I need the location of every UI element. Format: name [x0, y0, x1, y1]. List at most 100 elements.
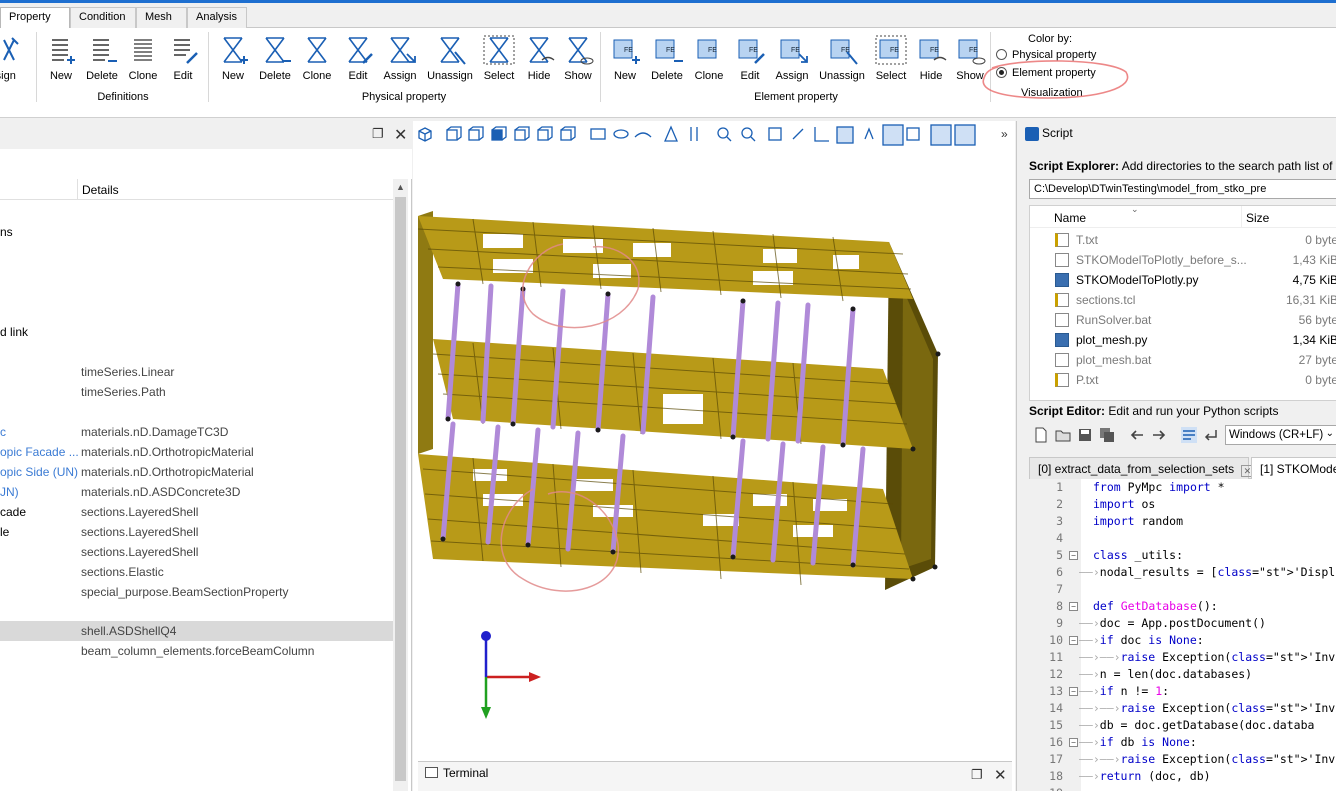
element-new-button[interactable]: FE New — [604, 34, 646, 82]
fold-toggle-icon[interactable]: − — [1069, 687, 1078, 696]
element-select-button[interactable]: FE Select — [870, 34, 912, 82]
tree-row[interactable]: opic Side (UN) materials.nD.OrthotropicMa… — [0, 462, 393, 482]
tab-analysis[interactable]: Analysis — [187, 7, 247, 28]
tab-mesh[interactable]: Mesh — [136, 7, 187, 28]
code-line[interactable]: 6 ——›nodal_results = [class="st">'Displac… — [1029, 564, 1336, 581]
tree-row[interactable]: sections.LayeredShell — [0, 542, 393, 562]
physical-delete-button[interactable]: Delete — [254, 34, 296, 82]
line-ending-select[interactable]: Windows (CR+LF) ⌄ — [1225, 425, 1336, 445]
arrow-right-icon[interactable] — [1151, 427, 1167, 443]
fold-toggle-icon[interactable]: − — [1069, 551, 1078, 560]
physical-hide-button[interactable]: Hide — [520, 34, 558, 82]
scroll-up-icon[interactable]: ▲ — [396, 182, 405, 192]
code-line[interactable]: 19 — [1029, 785, 1336, 791]
code-line[interactable]: 10− ——›if doc is None: — [1029, 632, 1336, 649]
code-line[interactable]: 11 ——›——›raise Exception(class="st">'Inva… — [1029, 649, 1336, 666]
element-assign-button[interactable]: FE Assign — [770, 34, 814, 82]
tree-row[interactable]: opic Facade ... materials.nD.OrthotropicM… — [0, 442, 393, 462]
element-hide-button[interactable]: FE Hide — [912, 34, 950, 82]
file-list-item[interactable]: sections.tcl 16,31 KiB — [1030, 290, 1336, 310]
tree-row[interactable]: ns — [0, 222, 393, 242]
code-editor[interactable]: 1 from PyMpc import * 2 import os 3 import ra… — [1029, 479, 1336, 791]
script-path-field[interactable]: C:\Develop\DTwinTesting\model_from_stko_… — [1029, 179, 1336, 199]
file-list-item[interactable]: plot_mesh.bat 27 byte — [1030, 350, 1336, 370]
code-line[interactable]: 14 ——›——›raise Exception(class="st">'Inva… — [1029, 700, 1336, 717]
file-list-item[interactable]: STKOModelToPlotly.py 4,75 KiB — [1030, 270, 1336, 290]
code-line[interactable]: 13− ——›if n != 1: — [1029, 683, 1336, 700]
tree-row-details: materials.nD.ASDConcrete3D — [81, 485, 241, 499]
tab-property[interactable]: Property — [0, 7, 70, 29]
fold-toggle-icon[interactable]: − — [1069, 602, 1078, 611]
physical-select-button[interactable]: Select — [478, 34, 520, 82]
tree-row[interactable]: beam_column_elements.forceBeamColumn — [0, 641, 393, 661]
assign-button-partial[interactable]: ssign — [0, 34, 24, 82]
element-clone-button[interactable]: FE Clone — [688, 34, 730, 82]
definitions-new-button[interactable]: New — [40, 34, 82, 82]
arrow-left-icon[interactable] — [1129, 427, 1145, 443]
tree-row[interactable]: JN) materials.nD.ASDConcrete3D — [0, 482, 393, 502]
tree-row-details: beam_column_elements.forceBeamColumn — [81, 644, 315, 658]
element-unassign-button[interactable]: FE Unassign — [814, 34, 870, 82]
tree-row[interactable]: cade sections.LayeredShell — [0, 502, 393, 522]
tree-scrollbar[interactable]: ▲ — [393, 179, 408, 791]
details-column-header[interactable]: Details — [77, 179, 123, 200]
physical-unassign-button[interactable]: Unassign — [422, 34, 478, 82]
close-panel-icon[interactable]: ✕ — [394, 125, 407, 145]
physical-new-button[interactable]: New — [212, 34, 254, 82]
float-panel-icon[interactable]: ❐ — [372, 126, 384, 142]
tree-row[interactable]: c materials.nD.DamageTC3D — [0, 422, 393, 442]
fold-toggle-icon[interactable]: − — [1069, 636, 1078, 645]
tree-row[interactable]: d link — [0, 322, 393, 342]
tree-row[interactable]: special_purpose.BeamSectionProperty — [0, 582, 393, 602]
show-whitespace-icon[interactable] — [1181, 427, 1197, 443]
file-list-item[interactable]: P.txt 0 byte — [1030, 370, 1336, 390]
code-line[interactable]: 15 ——›db = doc.getDatabase(doc.databa — [1029, 717, 1336, 734]
file-list-item[interactable]: STKOModelToPlotly_before_s... 1,43 KiB — [1030, 250, 1336, 270]
code-line[interactable]: 4 — [1029, 530, 1336, 547]
physical-show-button[interactable]: Show — [558, 34, 598, 82]
code-line[interactable]: 7 — [1029, 581, 1336, 598]
code-line[interactable]: 17 ——›——›raise Exception(class="st">'Inva… — [1029, 751, 1336, 768]
fold-toggle-icon[interactable]: − — [1069, 738, 1078, 747]
editor-tab-1[interactable]: [1] STKOMode — [1251, 457, 1336, 479]
file-list-item[interactable]: T.txt 0 byte — [1030, 230, 1336, 250]
tree-row[interactable]: sections.Elastic — [0, 562, 393, 582]
list-new-icon — [52, 39, 75, 64]
close-panel-icon[interactable]: ✕ — [994, 766, 1007, 784]
code-line[interactable]: 5− class _utils: — [1029, 547, 1336, 564]
code-line[interactable]: 1 from PyMpc import * — [1029, 479, 1336, 496]
name-column-header[interactable]: Name — [1054, 211, 1086, 225]
float-panel-icon[interactable]: ❐ — [971, 767, 983, 783]
size-column-header[interactable]: Size — [1241, 206, 1273, 228]
code-line[interactable]: 9 ——›doc = App.postDocument() — [1029, 615, 1336, 632]
physical-clone-button[interactable]: Clone — [296, 34, 338, 82]
editor-tab-0[interactable]: [0] extract_data_from_selection_sets ✕ — [1029, 457, 1254, 479]
element-edit-button[interactable]: FE Edit — [730, 34, 770, 82]
physical-edit-button[interactable]: Edit — [338, 34, 378, 82]
code-line[interactable]: 3 import random — [1029, 513, 1336, 530]
code-line[interactable]: 16− ——›if db is None: — [1029, 734, 1336, 751]
definitions-delete-button[interactable]: Delete — [81, 34, 123, 82]
tree-row[interactable]: timeSeries.Linear — [0, 362, 393, 382]
code-line[interactable]: 18 ——›return (doc, db) — [1029, 768, 1336, 785]
tree-row[interactable]: timeSeries.Path — [0, 382, 393, 402]
save-all-icon[interactable] — [1099, 427, 1115, 443]
file-icon — [1055, 353, 1069, 367]
tree-row[interactable]: shell.ASDShellQ4 — [0, 621, 393, 641]
code-line[interactable]: 8− def GetDatabase(): — [1029, 598, 1336, 615]
new-file-icon[interactable] — [1033, 427, 1049, 443]
code-line[interactable]: 2 import os — [1029, 496, 1336, 513]
3d-viewport[interactable]: » — [413, 121, 1015, 791]
element-delete-button[interactable]: FE Delete — [646, 34, 688, 82]
file-list-item[interactable]: plot_mesh.py 1,34 KiB — [1030, 330, 1336, 350]
definitions-clone-button[interactable]: Clone — [122, 34, 164, 82]
definitions-edit-button[interactable]: Edit — [162, 34, 204, 82]
code-line[interactable]: 12 ——›n = len(doc.databases) — [1029, 666, 1336, 683]
file-list-item[interactable]: RunSolver.bat 56 byte — [1030, 310, 1336, 330]
tree-row[interactable]: le sections.LayeredShell — [0, 522, 393, 542]
save-icon[interactable] — [1077, 427, 1093, 443]
tab-condition[interactable]: Condition — [70, 7, 136, 28]
physical-assign-button[interactable]: Assign — [378, 34, 422, 82]
open-folder-icon[interactable] — [1055, 427, 1071, 443]
scrollbar-thumb[interactable] — [395, 197, 406, 781]
